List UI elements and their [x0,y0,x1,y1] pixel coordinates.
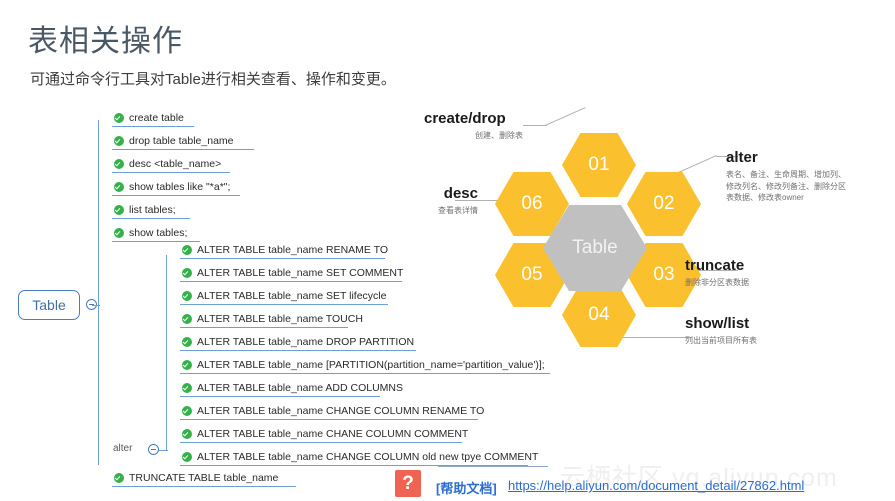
tree-item[interactable]: list tables; [112,202,190,219]
tree-item-label: drop table table_name [129,134,234,147]
help-doc-link[interactable]: https://help.aliyun.com/document_detail/… [508,478,804,493]
label-truncate-title: truncate [685,257,745,274]
tree-item-label: ALTER TABLE table_name SET lifecycle [197,289,387,302]
tree-item-label: ALTER TABLE table_name SET COMMENT [197,266,404,279]
tree-item[interactable]: show tables like "*a*"; [112,179,240,196]
label-show-list-title: show/list [685,315,750,332]
label-show-list: show/list 列出当前项目所有表 [685,315,855,347]
label-show-list-desc: 列出当前项目所有表 [685,336,757,346]
tree-item[interactable]: ALTER TABLE table_name [PARTITION(partit… [180,357,550,374]
tree-item[interactable]: ALTER TABLE table_name SET lifecycle [180,288,388,305]
check-circle-icon [114,159,124,169]
tree-spine-alter [166,255,168,450]
tree-item-label: ALTER TABLE table_name RENAME TO [197,243,389,256]
page-title: 表相关操作 [28,25,183,58]
tree-item-label: show tables like "*a*"; [129,180,231,193]
check-circle-icon [182,452,192,462]
tree-item[interactable]: desc <table_name> [112,156,230,173]
check-circle-icon [114,113,124,123]
tree-item[interactable]: ALTER TABLE table_name SET COMMENT [180,265,404,282]
check-circle-icon [182,383,192,393]
check-circle-icon [114,473,124,483]
tree-stub-root [92,305,100,307]
tree-item[interactable]: drop table table_name [112,133,254,150]
tree-item[interactable]: show tables; [112,225,200,242]
help-question-icon[interactable]: ? [395,470,421,497]
label-truncate: truncate 删除非分区表数据 [685,257,845,289]
tree-item[interactable]: ALTER TABLE table_name CHANGE COLUMN REN… [180,403,484,420]
slide-canvas: 表相关操作 可通过命令行工具对Table进行相关查看、操作和变更。 Table … [0,0,895,501]
tree-item-label: create table [129,111,184,124]
check-circle-icon [182,360,192,370]
tree-item-label: desc <table_name> [129,157,222,170]
label-alter-desc: 表名、备注、生命周期、增加列、修改列名、修改列备注、删除分区表数据、修改表own… [726,170,846,203]
hex-cell-02[interactable]: 02 [627,172,701,236]
label-truncate-desc: 删除非分区表数据 [685,278,749,288]
tree-item-label: ALTER TABLE table_name [PARTITION(partit… [197,358,545,371]
tree-item-label: list tables; [129,203,176,216]
footer-divider [438,466,548,468]
hex-number-03: 03 [653,264,675,285]
connector-showlist [620,337,692,338]
tree-item[interactable]: ALTER TABLE table_name CHANE COLUMN COMM… [180,426,468,443]
mindmap-alter-branch-label: alter [113,443,133,454]
tree-item-label: ALTER TABLE table_name ADD COLUMNS [197,381,403,394]
connector-truncate [690,270,738,271]
check-circle-icon [182,337,192,347]
tree-item[interactable]: TRUNCATE TABLE table_name [112,470,296,487]
tree-item[interactable]: ALTER TABLE table_name RENAME TO [180,242,389,259]
tree-spine-main [98,120,100,465]
tree-item-label: ALTER TABLE table_name CHANE COLUMN COMM… [197,427,469,440]
hex-number-02: 02 [653,193,675,214]
connector-alter [676,155,717,174]
tree-item-label: ALTER TABLE table_name DROP PARTITION [197,335,415,348]
tree-item[interactable]: ALTER TABLE table_name TOUCH [180,311,363,328]
mindmap-root-node[interactable]: Table [18,290,80,320]
tree-item[interactable]: ALTER TABLE table_name DROP PARTITION [180,334,416,351]
label-alter-title: alter [726,149,758,166]
check-circle-icon [182,268,192,278]
check-circle-icon [182,291,192,301]
check-circle-icon [182,429,192,439]
tree-item-label: ALTER TABLE table_name CHANGE COLUMN old… [197,450,539,463]
tree-item[interactable]: ALTER TABLE table_name CHANGE COLUMN old… [180,449,538,466]
tree-item[interactable]: create table [112,110,194,127]
label-alter: alter 表名、备注、生命周期、增加列、修改列名、修改列备注、删除分区表数据、… [726,149,876,204]
check-circle-icon [182,245,192,255]
check-circle-icon [114,228,124,238]
check-circle-icon [114,136,124,146]
page-subtitle: 可通过命令行工具对Table进行相关查看、操作和变更。 [30,71,396,88]
check-circle-icon [182,314,192,324]
mindmap-root-label: Table [32,297,66,313]
mindmap-panel: Table alter create table drop table table… [0,100,600,500]
tree-item-label: ALTER TABLE table_name TOUCH [197,312,363,325]
check-circle-icon [114,182,124,192]
check-circle-icon [182,406,192,416]
tree-item[interactable]: ALTER TABLE table_name ADD COLUMNS [180,380,403,397]
hex-cell-03[interactable]: 03 [627,243,701,307]
tree-stub-alter [159,450,168,452]
check-circle-icon [114,205,124,215]
connector-alter-h [716,156,738,157]
tree-item-label: show tables; [129,226,188,239]
tree-item-label: ALTER TABLE table_name CHANGE COLUMN REN… [197,404,485,417]
help-doc-label: [帮助文档] [436,481,497,496]
collapse-toggle-alter-icon[interactable] [148,444,159,455]
tree-item-label: TRUNCATE TABLE table_name [129,471,279,484]
